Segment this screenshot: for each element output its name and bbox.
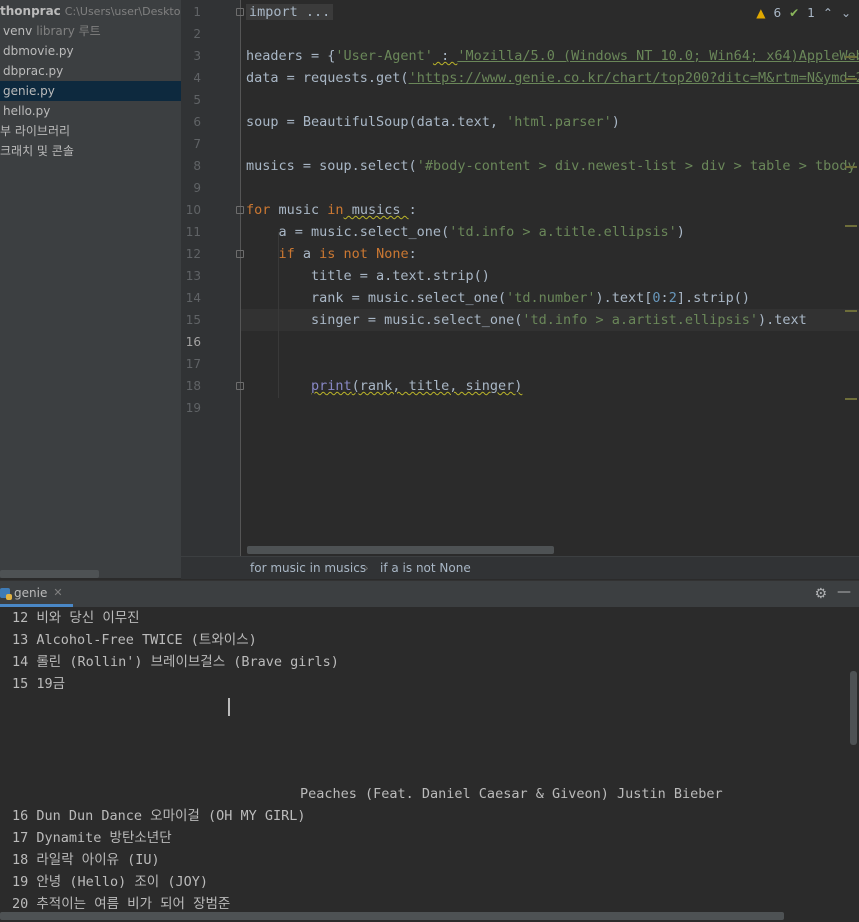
code-line-16: singer = music.select_one('td.info > a.a… [246, 312, 807, 328]
project-path: C:\Users\user\Desktop [64, 5, 181, 18]
folded-imports[interactable]: import ... [246, 4, 334, 20]
code-line-13: if a is not None: [278, 246, 417, 262]
run-tool-window-header: genie ✕ ⚙ — [0, 580, 859, 608]
console-line: Peaches (Feat. Daniel Caesar & Giveon) J… [300, 786, 723, 802]
fold-marker-icon[interactable] [236, 250, 244, 258]
line-number: 15 [185, 313, 201, 327]
line-number: 19 [185, 401, 201, 415]
chevron-up-icon[interactable]: ⌃ [823, 6, 833, 20]
code-line-19: print(rank, title, singer) [311, 378, 523, 394]
error-stripe-mark[interactable] [845, 56, 857, 58]
editor-horizontal-scrollbar[interactable] [247, 546, 554, 554]
code-editor[interactable]: 1 2 3 4 5 6 7 8 9 10 11 12 13 14 15 16 17… [181, 0, 859, 578]
close-icon[interactable]: ✕ [53, 586, 62, 599]
minimize-icon[interactable]: — [837, 584, 851, 600]
run-tab-genie[interactable]: genie ✕ [0, 581, 73, 607]
line-number: 1 [193, 5, 201, 19]
project-root[interactable]: thonprac C:\Users\user\Desktop [0, 1, 181, 21]
line-number: 7 [193, 137, 201, 151]
sidebar-item-genie[interactable]: genie.py [0, 81, 181, 101]
sidebar-item-label: hello.py [3, 104, 51, 118]
breadcrumb-item[interactable]: for music in musics [250, 557, 366, 579]
line-number: 13 [185, 269, 201, 283]
sidebar-horizontal-scrollbar[interactable] [0, 570, 99, 578]
console-line: 13 Alcohol-Free TWICE (트와이스) [12, 632, 257, 648]
line-number: 8 [193, 159, 201, 173]
line-number: 18 [185, 379, 201, 393]
run-tab-label: genie [14, 585, 48, 600]
error-stripe-mark[interactable] [845, 310, 857, 312]
sidebar-item-hello[interactable]: hello.py [0, 101, 181, 121]
console-line: 19 안녕 (Hello) 조이 (JOY) [12, 874, 208, 890]
console-vertical-scrollbar[interactable] [850, 671, 857, 745]
line-number: 14 [185, 291, 201, 305]
line-number-gutter: 1 2 3 4 5 6 7 8 9 10 11 12 13 14 15 16 17… [181, 0, 244, 578]
chevron-down-icon[interactable]: ⌄ [841, 6, 851, 20]
python-icon [0, 587, 12, 600]
sidebar-item-label: venv [3, 24, 33, 38]
warning-icon: ▲ [756, 6, 766, 20]
fold-marker-icon[interactable] [236, 206, 244, 214]
breadcrumb: for music in musics › if a is not None [181, 556, 859, 579]
project-sidebar: thonprac C:\Users\user\Desktop venv librar… [0, 0, 181, 578]
sidebar-item-scratches[interactable]: 크래치 및 콘솔 [0, 141, 181, 161]
line-number: 9 [193, 181, 201, 195]
sidebar-item-label: dbmovie.py [3, 44, 74, 58]
library-root-label: library 루트 [36, 24, 101, 38]
code-line-4: headers = {'User-Agent' : 'Mozilla/5.0 (… [246, 48, 859, 64]
sidebar-item-label: 부 라이브러리 [0, 124, 71, 138]
console-line: 18 라일락 아이유 (IU) [12, 852, 160, 868]
sidebar-item-dbprac[interactable]: dbprac.py [0, 61, 181, 81]
weak-warning-count: 1 [807, 6, 815, 20]
text-caret [228, 698, 230, 716]
console-line: 12 비와 당신 이무진 [12, 610, 140, 626]
line-number: 6 [193, 115, 201, 129]
code-line-12: a = music.select_one('td.info > a.title.… [246, 224, 685, 240]
fold-marker-icon[interactable] [236, 8, 244, 16]
sidebar-item-label: 크래치 및 콘솔 [0, 144, 74, 158]
console-horizontal-scrollbar[interactable] [0, 912, 784, 920]
error-stripe-mark[interactable] [845, 225, 857, 227]
inspection-widget[interactable]: ▲ 6 ✔ 1 ⌃ ⌄ [756, 6, 851, 20]
code-line-5: data = requests.get('https://www.genie.c… [246, 70, 859, 86]
breadcrumb-item[interactable]: if a is not None [380, 557, 471, 579]
sidebar-item-dbmovie[interactable]: dbmovie.py [0, 41, 181, 61]
fold-marker-icon[interactable] [236, 382, 244, 390]
code-line-7: soup = BeautifulSoup(data.text, 'html.pa… [246, 114, 620, 130]
line-number-current: 16 [185, 335, 201, 349]
line-number: 2 [193, 27, 201, 41]
console-line: 17 Dynamite 방탄소년단 [12, 830, 172, 846]
warning-count: 6 [773, 6, 782, 20]
line-number: 17 [185, 357, 201, 371]
line-number: 3 [193, 49, 201, 63]
error-stripe-mark[interactable] [845, 398, 857, 400]
error-stripe-mark[interactable] [845, 166, 857, 168]
console-line: 16 Dun Dun Dance 오마이걸 (OH MY GIRL) [12, 808, 306, 824]
project-name: thonprac [0, 4, 61, 18]
code-line-14: title = a.text.strip() [246, 268, 490, 284]
line-number: 12 [185, 247, 201, 261]
line-number: 10 [185, 203, 201, 217]
run-console[interactable]: 12 비와 당신 이무진 13 Alcohol-Free TWICE (트와이스… [0, 607, 859, 922]
sidebar-item-venv[interactable]: venv library 루트 [0, 21, 181, 41]
breadcrumb-separator-icon: › [364, 561, 369, 575]
console-line: 15 19금 [12, 676, 66, 692]
sidebar-item-label: genie.py [3, 84, 55, 98]
code-line-15: rank = music.select_one('td.number').tex… [246, 290, 750, 306]
code-line-9: musics = soup.select('#body-content > di… [246, 158, 859, 174]
sidebar-item-external-libraries[interactable]: 부 라이브러리 [0, 121, 181, 141]
error-stripe-mark[interactable] [845, 78, 857, 80]
gear-icon[interactable]: ⚙ [814, 586, 827, 602]
weak-warning-icon: ✔ [789, 6, 800, 20]
code-line-1: import ... [246, 1, 334, 23]
console-line: 14 롤린 (Rollin') 브레이브걸스 (Brave girls) [12, 654, 339, 670]
code-line-11: for music in musics : [246, 202, 417, 218]
sidebar-item-label: dbprac.py [3, 64, 64, 78]
line-number: 11 [185, 225, 201, 239]
line-number: 4 [193, 71, 201, 85]
line-number: 5 [193, 93, 201, 107]
